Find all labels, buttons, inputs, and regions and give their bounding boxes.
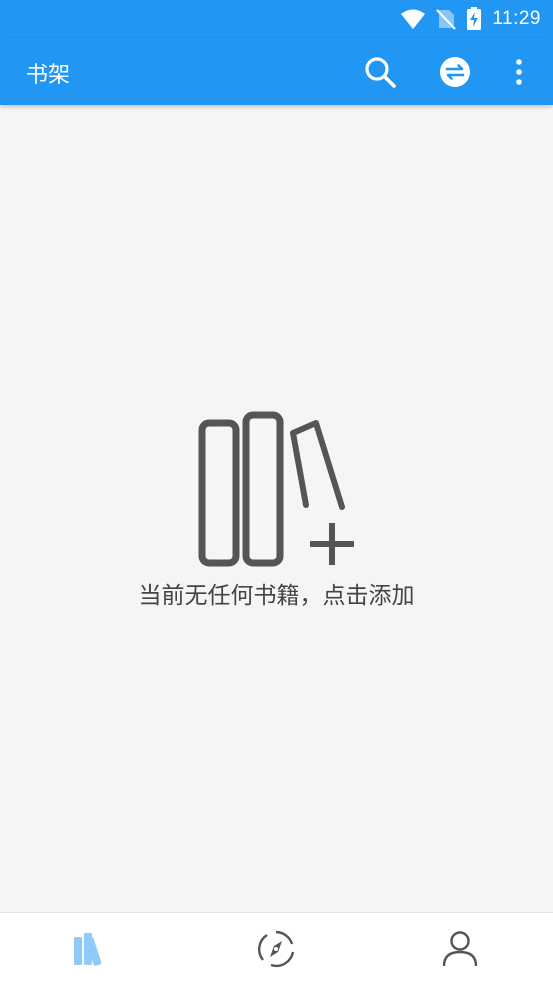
nav-item-profile[interactable] [368,913,552,983]
search-icon [365,57,396,88]
more-options-button[interactable] [498,51,540,93]
compass-icon [258,930,295,967]
search-button[interactable] [359,51,401,93]
status-time: 11:29 [492,8,541,29]
person-icon [442,930,478,966]
nav-item-discover[interactable] [184,913,368,983]
sync-icon [440,57,470,87]
empty-state[interactable]: 当前无任何书籍，点击添加 [0,400,553,620]
sync-button[interactable] [434,51,476,93]
status-bar: 11:29 [0,0,553,38]
bookshelf-icon [74,932,102,966]
nav-item-bookshelf[interactable] [0,913,184,983]
page-title: 书架 [26,63,71,88]
empty-message: 当前无任何书籍，点击添加 [138,583,415,609]
wifi-icon [401,9,426,29]
more-vert-icon [516,59,522,85]
app-bar: 书架 [0,38,553,105]
battery-charging-icon [467,7,482,30]
no-sim-icon [436,9,457,30]
add-books-icon [198,411,354,567]
bottom-nav [0,912,553,983]
status-icons: 11:29 [400,6,541,32]
